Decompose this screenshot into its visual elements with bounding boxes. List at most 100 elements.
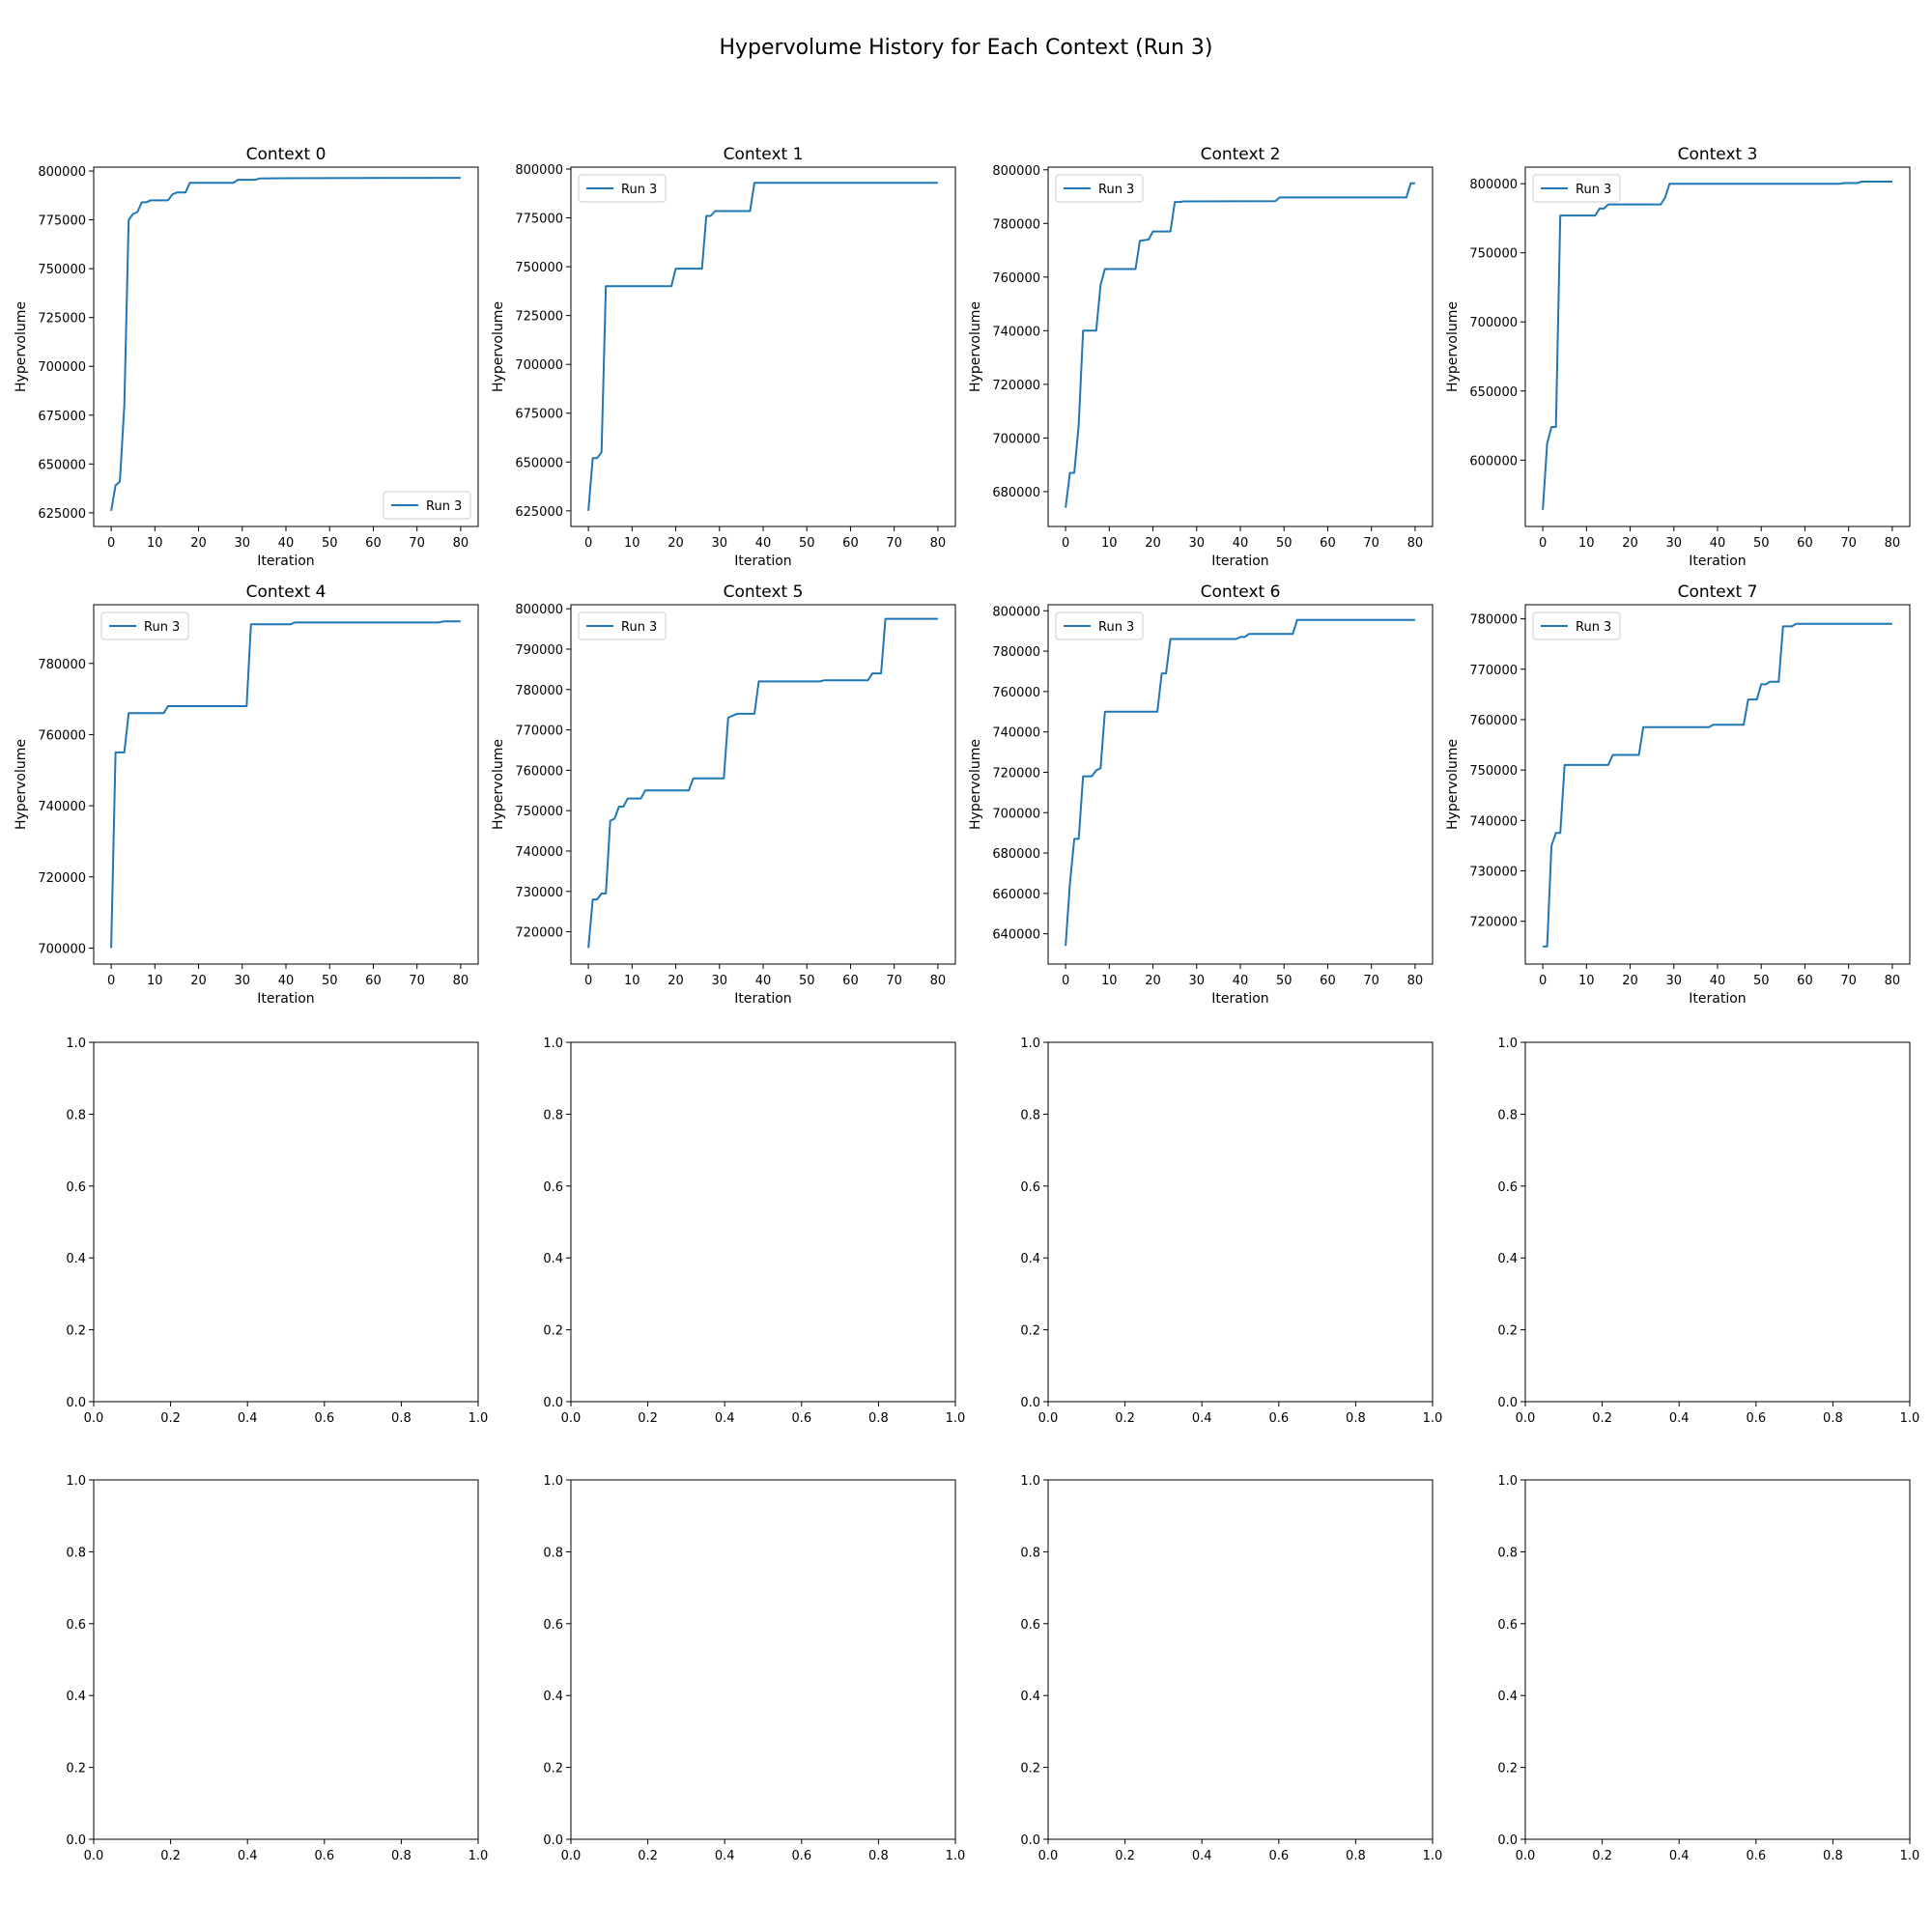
x-tick-label: 20 xyxy=(1622,974,1638,988)
x-tick-label: 80 xyxy=(453,536,469,551)
y-tick-label: 0.0 xyxy=(66,1833,86,1848)
legend: Run 3 xyxy=(100,611,189,640)
y-tick-label: 640000 xyxy=(992,928,1040,943)
x-tick-label: 0 xyxy=(1539,536,1547,551)
x-tick-label: 60 xyxy=(1320,974,1336,988)
y-tick-label: 0.0 xyxy=(543,1833,563,1848)
y-tick-label: 0.8 xyxy=(1020,1108,1040,1122)
y-axis-label: Hypervolume xyxy=(1445,739,1461,830)
y-tick-label: 790000 xyxy=(515,643,563,658)
x-tick-label: 30 xyxy=(1665,536,1682,551)
legend-label: Run 3 xyxy=(1576,620,1611,635)
y-tick-label: 0.6 xyxy=(1020,1180,1040,1195)
y-tick-label: 725000 xyxy=(38,312,86,327)
y-tick-label: 1.0 xyxy=(66,1474,86,1489)
y-tick-label: 780000 xyxy=(992,645,1040,660)
y-tick-label: 780000 xyxy=(1469,613,1518,628)
x-tick-label: 0.2 xyxy=(638,1411,658,1426)
y-tick-label: 0.8 xyxy=(1020,1546,1040,1560)
x-tick-label: 50 xyxy=(322,536,338,551)
y-tick-label: 720000 xyxy=(515,926,563,941)
x-tick-label: 40 xyxy=(755,536,772,551)
legend: Run 3 xyxy=(1532,611,1621,640)
y-axis-label: Hypervolume xyxy=(14,301,29,392)
x-tick-label: 80 xyxy=(1885,974,1901,988)
y-tick-label: 740000 xyxy=(38,800,86,814)
x-tick-label: 70 xyxy=(409,974,425,988)
x-tick-label: 0 xyxy=(1062,536,1069,551)
y-tick-label: 700000 xyxy=(992,432,1040,446)
x-tick-label: 0.8 xyxy=(1346,1411,1366,1426)
y-tick-label: 1.0 xyxy=(543,1474,563,1489)
y-tick-label: 0.2 xyxy=(1020,1324,1040,1339)
x-tick-label: 20 xyxy=(668,974,684,988)
subplot-title: Context 2 xyxy=(1201,145,1281,164)
subplot-title: Context 5 xyxy=(724,582,804,602)
y-tick-label: 720000 xyxy=(992,379,1040,393)
y-axis-label: Hypervolume xyxy=(491,301,506,392)
x-tick-label: 10 xyxy=(624,974,640,988)
x-tick-label: 80 xyxy=(1407,974,1424,988)
y-tick-label: 0.0 xyxy=(1497,1396,1518,1410)
y-tick-label: 0.4 xyxy=(66,1252,86,1266)
x-tick-label: 40 xyxy=(278,536,295,551)
x-tick-label: 0.2 xyxy=(160,1411,181,1426)
y-tick-label: 760000 xyxy=(515,764,563,779)
y-axis-label: Hypervolume xyxy=(968,301,983,392)
x-tick-label: 60 xyxy=(1797,536,1813,551)
x-tick-label: 40 xyxy=(755,974,772,988)
x-tick-label: 20 xyxy=(668,536,684,551)
x-tick-label: 20 xyxy=(1145,974,1161,988)
x-tick-label: 10 xyxy=(1578,974,1595,988)
y-tick-label: 760000 xyxy=(38,728,86,743)
y-tick-label: 750000 xyxy=(38,263,86,277)
x-tick-label: 80 xyxy=(930,536,947,551)
y-tick-label: 675000 xyxy=(515,408,563,422)
y-tick-label: 800000 xyxy=(992,605,1040,619)
y-tick-label: 675000 xyxy=(38,410,86,424)
x-tick-label: 0.8 xyxy=(391,1411,412,1426)
x-tick-label: 0.0 xyxy=(1038,1411,1059,1426)
x-tick-label: 30 xyxy=(1665,974,1682,988)
y-tick-label: 760000 xyxy=(992,686,1040,700)
y-tick-label: 750000 xyxy=(1469,764,1518,779)
subplot-title: Context 1 xyxy=(724,145,804,164)
x-tick-label: 1.0 xyxy=(1423,1411,1443,1426)
y-tick-label: 1.0 xyxy=(1497,1474,1518,1489)
y-tick-label: 0.6 xyxy=(66,1180,86,1195)
y-tick-label: 0.6 xyxy=(66,1618,86,1633)
x-tick-label: 10 xyxy=(624,536,640,551)
x-tick-label: 40 xyxy=(1710,974,1726,988)
figure: Hypervolume History for Each Context (Ru… xyxy=(0,0,1932,1932)
x-tick-label: 1.0 xyxy=(946,1411,966,1426)
x-tick-label: 0.8 xyxy=(1823,1849,1843,1863)
x-tick-label: 1.0 xyxy=(469,1849,489,1863)
y-tick-label: 0.2 xyxy=(66,1324,86,1339)
y-tick-label: 725000 xyxy=(515,310,563,325)
x-tick-label: 60 xyxy=(1797,974,1813,988)
y-tick-label: 1.0 xyxy=(1020,1474,1040,1489)
x-tick-label: 0.4 xyxy=(1192,1411,1212,1426)
y-tick-label: 780000 xyxy=(515,684,563,698)
y-tick-label: 730000 xyxy=(1469,865,1518,879)
x-tick-label: 0.2 xyxy=(1115,1849,1135,1863)
subplot-title: Context 6 xyxy=(1201,582,1281,602)
y-tick-label: 0.4 xyxy=(1497,1252,1518,1266)
x-tick-label: 70 xyxy=(1363,536,1379,551)
x-tick-label: 70 xyxy=(886,536,902,551)
x-tick-label: 0.0 xyxy=(1038,1849,1059,1863)
x-tick-label: 0.2 xyxy=(1592,1411,1612,1426)
x-tick-label: 0 xyxy=(107,974,115,988)
x-tick-label: 0.4 xyxy=(238,1411,258,1426)
legend: Run 3 xyxy=(1532,174,1621,203)
y-tick-label: 0.2 xyxy=(543,1324,563,1339)
y-tick-label: 650000 xyxy=(38,458,86,472)
x-tick-label: 0.8 xyxy=(868,1849,889,1863)
y-tick-label: 0.6 xyxy=(1497,1618,1518,1633)
x-tick-label: 0.8 xyxy=(1823,1411,1843,1426)
x-axis-label: Iteration xyxy=(734,554,791,569)
y-tick-label: 750000 xyxy=(1469,247,1518,262)
x-tick-label: 50 xyxy=(1276,536,1293,551)
x-tick-label: 0.6 xyxy=(1268,1411,1289,1426)
x-tick-label: 0 xyxy=(584,974,592,988)
